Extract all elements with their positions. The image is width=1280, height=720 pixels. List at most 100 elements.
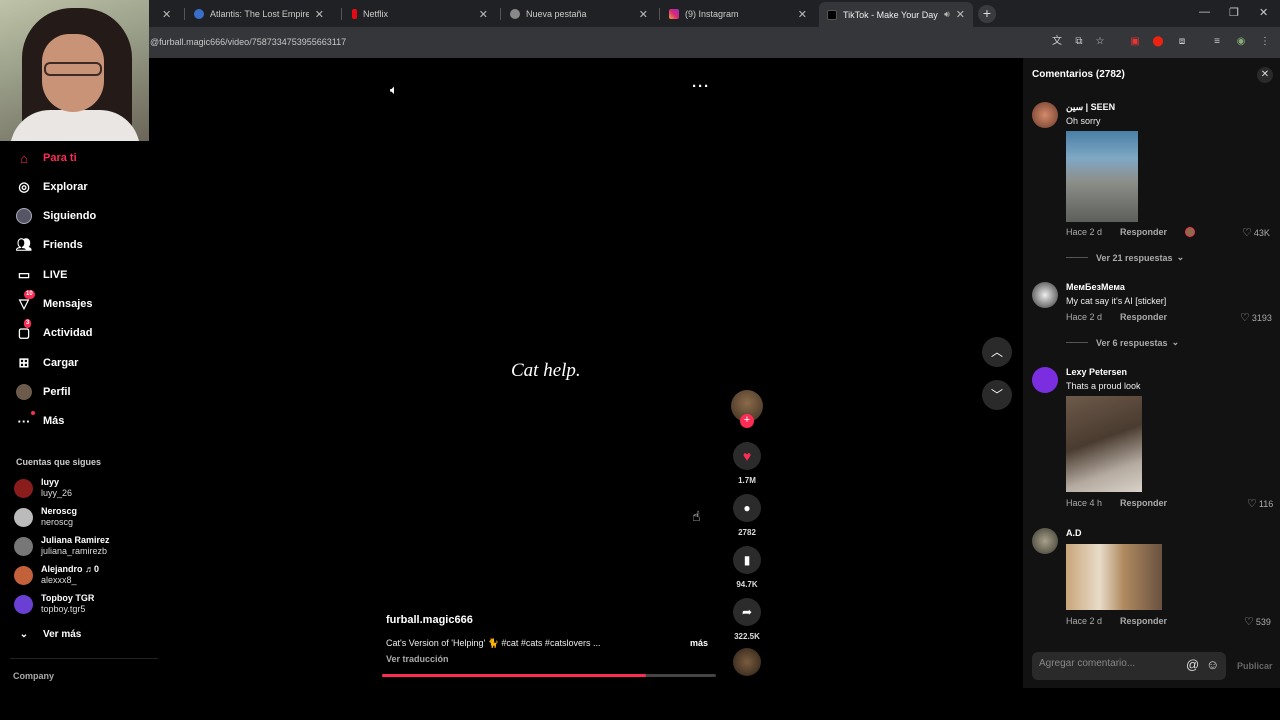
new-tab-button[interactable]: + — [978, 5, 996, 23]
comment-avatar[interactable] — [1032, 367, 1058, 393]
video-author[interactable]: furball.magic666 — [386, 614, 473, 626]
heart-icon[interactable]: ♥ — [733, 442, 761, 470]
publish-button[interactable]: Publicar — [1237, 661, 1273, 671]
close-tab-icon[interactable]: ✕ — [798, 8, 807, 21]
save-action[interactable]: ▮ 94.7K — [733, 546, 761, 589]
nav-live[interactable]: ▭ LIVE — [16, 264, 68, 286]
comment-image[interactable] — [1066, 131, 1138, 222]
reply-button[interactable]: Responder — [1120, 498, 1167, 508]
restore-button[interactable]: ❐ — [1229, 6, 1239, 19]
follow-plus-icon[interactable]: + — [740, 414, 754, 428]
nav-perfil[interactable]: Perfil — [16, 381, 71, 403]
close-tab-icon[interactable]: ✕ — [639, 8, 648, 21]
bookmark-icon[interactable]: ▮ — [733, 546, 761, 574]
cast-icon[interactable]: ⧉ — [1073, 36, 1085, 48]
nav-cargar[interactable]: ⊞ Cargar — [16, 352, 79, 374]
nav-label: Más — [43, 415, 65, 427]
view-replies-button[interactable]: Ver 6 respuestas ⌄ — [1066, 337, 1179, 348]
comment-avatar[interactable] — [1032, 282, 1058, 308]
next-video-button[interactable]: ﹀ — [982, 380, 1012, 410]
music-disc[interactable] — [733, 648, 761, 676]
media-control-icon[interactable]: ≡ — [1211, 36, 1223, 48]
previous-video-button[interactable]: ︿ — [982, 337, 1012, 367]
more-options-icon[interactable]: ··· — [692, 78, 710, 95]
nav-siguiendo[interactable]: Siguiendo — [16, 205, 96, 227]
chrome-icon — [510, 9, 520, 19]
minimize-button[interactable]: — — [1199, 6, 1210, 18]
browser-tab[interactable]: Atlantis: The Lost Empire | Dis ✕ — [186, 4, 332, 24]
browser-tab[interactable]: Netflix ✕ — [344, 4, 496, 24]
browser-tab[interactable]: Nueva pestaña ✕ — [502, 4, 656, 24]
account-handle: juliana_ramirezb — [41, 546, 108, 556]
see-more-button[interactable]: ⌄ Ver más — [16, 623, 82, 645]
comment-icon[interactable]: ● — [733, 494, 761, 522]
nav-label: LIVE — [43, 269, 68, 281]
view-replies-button[interactable]: Ver 21 respuestas ⌄ — [1066, 252, 1184, 263]
company-link[interactable]: Company — [13, 671, 54, 681]
comment-username[interactable]: МемБезМема — [1066, 282, 1125, 292]
bookmark-star-icon[interactable]: ☆ — [1094, 36, 1106, 48]
screen: ✕ Atlantis: The Lost Empire | Dis ✕ Netf… — [0, 0, 1280, 720]
translate-link[interactable]: Ver traducción — [386, 654, 449, 664]
nav-para-ti[interactable]: ⌂ Para ti — [16, 147, 77, 169]
following-account[interactable]: luyy luyy_26 — [14, 476, 72, 500]
tab-separator — [659, 8, 660, 20]
following-account[interactable]: Juliana Ramirez juliana_ramirezb — [14, 534, 110, 558]
reply-button[interactable]: Responder — [1120, 616, 1167, 626]
browser-tab[interactable]: (9) Instagram ✕ — [661, 4, 815, 24]
account-name: Neroscg — [41, 506, 78, 516]
comment-input[interactable] — [1039, 658, 1179, 669]
close-tab-icon[interactable]: ✕ — [162, 8, 171, 21]
url-field[interactable]: @furball.magic666/video/7587334753955663… — [150, 37, 346, 47]
mention-icon[interactable]: @ — [1186, 657, 1199, 672]
following-account[interactable]: Alejandro ♬0 alexxx8_ — [14, 563, 99, 587]
nav-explorar[interactable]: ◎ Explorar — [16, 176, 87, 198]
close-comments-button[interactable]: ✕ — [1257, 67, 1273, 83]
live-icon: ▭ — [17, 267, 31, 282]
avatar — [14, 507, 33, 527]
close-tab-icon[interactable]: ✕ — [315, 8, 324, 21]
like-action[interactable]: ♥ 1.7M — [733, 442, 761, 485]
comment-username[interactable]: A.D — [1066, 528, 1082, 538]
extensions-puzzle-icon[interactable]: ⧈ — [1176, 36, 1188, 48]
comment-image[interactable] — [1066, 544, 1162, 610]
share-icon[interactable]: ➦ — [733, 598, 761, 626]
comment-like[interactable]: ♡ 116 — [1247, 497, 1273, 510]
translate-icon[interactable]: 文 — [1051, 36, 1063, 48]
following-account[interactable]: Neroscg neroscg — [14, 505, 77, 529]
reply-button[interactable]: Responder — [1120, 312, 1167, 322]
opera-icon[interactable]: ⬤ — [1152, 36, 1164, 48]
comment-like[interactable]: ♡ 3193 — [1240, 311, 1272, 324]
home-icon: ⌂ — [20, 150, 28, 166]
nav-actividad[interactable]: ▢ 3 Actividad — [16, 319, 93, 344]
comment-like[interactable]: ♡ 43K — [1242, 226, 1270, 239]
comment-like[interactable]: ♡ 539 — [1244, 615, 1271, 628]
reply-button[interactable]: Responder — [1120, 227, 1167, 237]
browser-menu-icon[interactable]: ⋮ — [1259, 36, 1271, 48]
comment-avatar[interactable] — [1032, 102, 1058, 128]
tab-separator — [341, 8, 342, 20]
close-tab-icon[interactable]: ✕ — [479, 8, 488, 21]
close-window-button[interactable]: ✕ — [1259, 6, 1268, 19]
extension-icon[interactable]: ▣ — [1129, 36, 1141, 48]
comment-username[interactable]: سين | SEEN — [1066, 102, 1115, 113]
profile-avatar-icon[interactable]: ◉ — [1235, 36, 1247, 48]
comment-image[interactable] — [1066, 396, 1142, 492]
nav-mas[interactable]: ··· Más — [16, 410, 64, 432]
comment-avatar[interactable] — [1032, 528, 1058, 554]
nav-friends[interactable]: 👥︎ Friends — [16, 234, 83, 256]
volume-icon[interactable]: 🔈︎ — [390, 82, 398, 98]
comment-username[interactable]: Lexy Petersen — [1066, 367, 1127, 377]
more-link[interactable]: más — [690, 638, 708, 648]
nav-mensajes[interactable]: ▽ 10 Mensajes — [16, 290, 93, 315]
emoji-icon[interactable]: ☺ — [1206, 657, 1219, 672]
speaker-icon[interactable]: 🔊︎ — [944, 9, 950, 20]
comment-action[interactable]: ● 2782 — [733, 494, 761, 537]
browser-tab-active[interactable]: TikTok - Make Your Day 🔊︎ ✕ — [819, 2, 973, 27]
following-account[interactable]: Topboy TGR topboy.tgr5 — [14, 592, 94, 616]
video-progress-bar[interactable] — [382, 674, 716, 677]
close-tab-icon[interactable]: ✕ — [956, 8, 965, 21]
browser-tab[interactable]: ✕ — [148, 4, 182, 24]
comment-time: Hace 2 d — [1066, 616, 1103, 626]
share-action[interactable]: ➦ 322.5K — [733, 598, 761, 641]
